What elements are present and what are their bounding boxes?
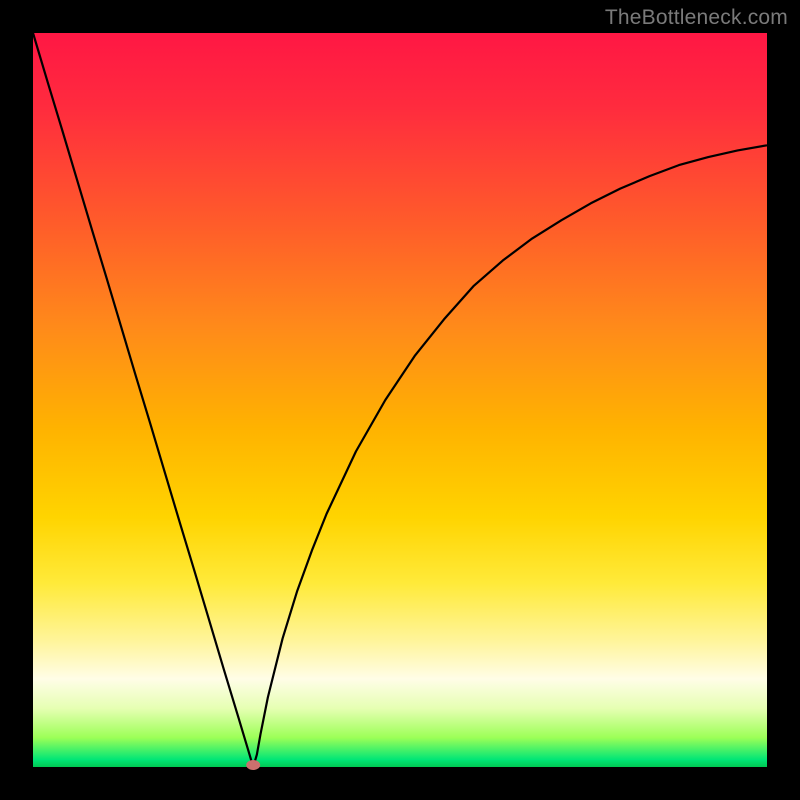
- chart-frame: TheBottleneck.com: [0, 0, 800, 800]
- plot-svg: [33, 33, 767, 767]
- bottleneck-curve: [33, 33, 767, 767]
- optimum-marker: [246, 760, 260, 770]
- plot-area: [33, 33, 767, 767]
- watermark-text: TheBottleneck.com: [605, 6, 788, 30]
